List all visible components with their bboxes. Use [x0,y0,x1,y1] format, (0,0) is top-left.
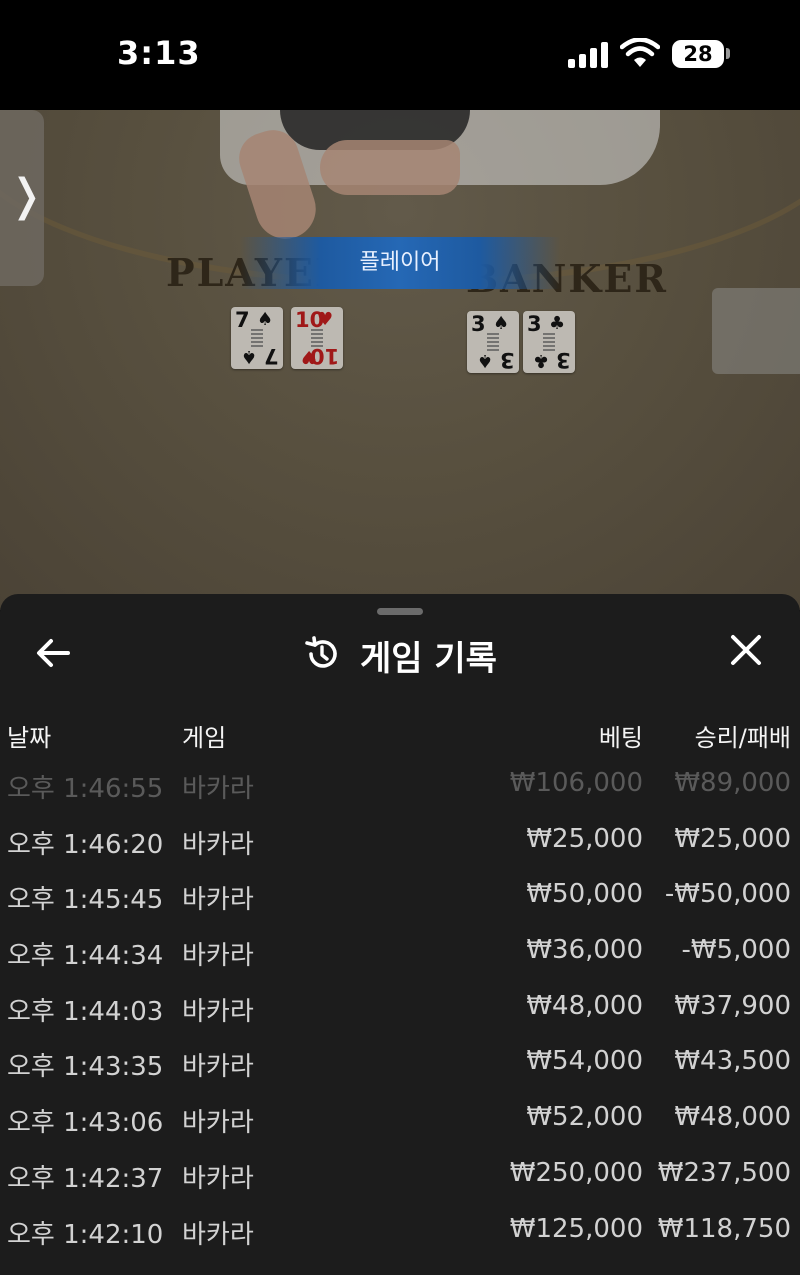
row-game: 바카라 [182,829,254,860]
row-bet: ₩25,000 [526,823,643,854]
card-suit: ♣ [549,313,566,334]
banker-card: 3 ♠ 3 ♠ [467,311,519,373]
sheet-drag-handle[interactable] [377,608,423,615]
row-time: 오후 1:42:10 [7,1219,164,1250]
arrow-left-icon [37,639,70,667]
row-game: 바카라 [182,1108,254,1139]
history-row[interactable]: 오후 1:46:20 바카라 ₩25,000 ₩25,000 [0,814,800,870]
history-row[interactable]: 오후 1:43:35 바카라 ₩54,000 ₩43,500 [0,1036,800,1092]
card-rank: 3 [471,312,486,336]
row-game: 바카라 [182,941,254,972]
card-rank: 7 [264,344,279,368]
history-row[interactable]: 오후 1:45:45 바카라 ₩50,000 -₩50,000 [0,869,800,925]
card-suit: ♠ [240,346,257,367]
row-game: 바카라 [182,1219,254,1250]
row-game: 바카라 [182,1163,254,1194]
row-result: ₩43,500 [674,1046,791,1077]
game-history-sheet: 게임 기록 날짜 게임 베팅 승리/패배 오후 1:46:55 바카라 ₩106… [0,594,800,1275]
row-result: -₩50,000 [664,879,791,910]
row-bet: ₩250,000 [509,1157,643,1188]
column-header-win-loss: 승리/패배 [694,724,791,752]
history-row[interactable]: 오후 1:42:10 바카라 ₩125,000 ₩118,750 [0,1204,800,1260]
chevron-right-icon: ❭ [8,170,45,221]
result-banner: 플레이어 [240,237,560,289]
card-suit: ♥ [300,346,317,367]
card-shoe [712,288,800,374]
row-bet: ₩36,000 [526,935,643,966]
column-header-date: 날짜 [7,724,52,752]
row-game: 바카라 [182,774,254,804]
live-video: PLAYER BANKER 플레이어 7 ♠ 7 ♠ 10 ♥ 10 ♥ 3 ♠… [0,110,800,610]
row-time: 오후 1:44:03 [7,996,164,1027]
row-game: 바카라 [182,885,254,916]
row-time: 오후 1:42:37 [7,1163,164,1194]
row-time: 오후 1:45:45 [7,885,164,916]
card-suit: ♠ [257,309,274,330]
row-bet: ₩106,000 [509,768,643,798]
history-row[interactable]: 오후 1:42:37 바카라 ₩250,000 ₩237,500 [0,1148,800,1204]
card-rank: 3 [527,312,542,336]
sheet-title: 게임 기록 [360,639,497,679]
row-result: ₩118,750 [657,1213,791,1244]
card-rank: 3 [500,348,515,372]
player-card: 7 ♠ 7 ♠ [231,307,283,369]
row-time: 오후 1:44:34 [7,941,164,972]
row-time: 오후 1:43:06 [7,1108,164,1139]
row-game: 바카라 [182,1052,254,1083]
card-rank: 3 [556,348,571,372]
dealer-right-hand [320,140,460,195]
column-header-game: 게임 [182,724,227,752]
history-row[interactable]: 오후 1:44:34 바카라 ₩36,000 -₩5,000 [0,925,800,981]
back-button[interactable] [34,634,78,678]
close-icon [731,635,761,665]
wifi-icon [620,38,660,67]
history-row[interactable]: 오후 1:44:03 바카라 ₩48,000 ₩37,900 [0,981,800,1037]
player-card: 10 ♥ 10 ♥ [291,307,343,369]
history-list: 오후 1:46:55 바카라 ₩106,000 ₩89,000 오후 1:46:… [0,758,800,1259]
row-bet: ₩52,000 [526,1102,643,1133]
card-rank: 7 [235,308,250,332]
card-suit: ♠ [476,350,493,371]
row-time: 오후 1:43:35 [7,1052,164,1083]
row-bet: ₩48,000 [526,990,643,1021]
row-bet: ₩54,000 [526,1046,643,1077]
history-row[interactable]: 오후 1:43:06 바카라 ₩52,000 ₩48,000 [0,1092,800,1148]
status-bar: 3:13 28 [0,0,800,110]
row-bet: ₩125,000 [509,1213,643,1244]
row-result: ₩89,000 [674,768,791,798]
card-suit: ♣ [532,350,549,371]
card-suit: ♠ [493,313,510,334]
close-button[interactable] [724,632,768,676]
row-time: 오후 1:46:55 [7,774,164,804]
row-result: ₩237,500 [657,1157,791,1188]
side-panel-toggle[interactable]: ❭ [0,110,45,286]
row-bet: ₩50,000 [526,879,643,910]
history-icon [305,636,337,668]
banker-card: 3 ♣ 3 ♣ [523,311,575,373]
cellular-signal-icon [568,42,610,68]
card-suit: ♥ [317,309,334,330]
status-time: 3:13 [117,34,201,72]
row-result: ₩37,900 [674,990,791,1021]
row-result: -₩5,000 [681,935,791,966]
column-header-bet: 베팅 [598,724,643,752]
row-result: ₩25,000 [674,823,791,854]
battery-icon: 28 [672,40,724,68]
history-row[interactable]: 오후 1:46:55 바카라 ₩106,000 ₩89,000 [0,758,800,814]
row-result: ₩48,000 [674,1102,791,1133]
row-time: 오후 1:46:20 [7,829,164,860]
battery-tip [726,48,730,59]
result-banner-text: 플레이어 [359,250,441,275]
row-game: 바카라 [182,996,254,1027]
